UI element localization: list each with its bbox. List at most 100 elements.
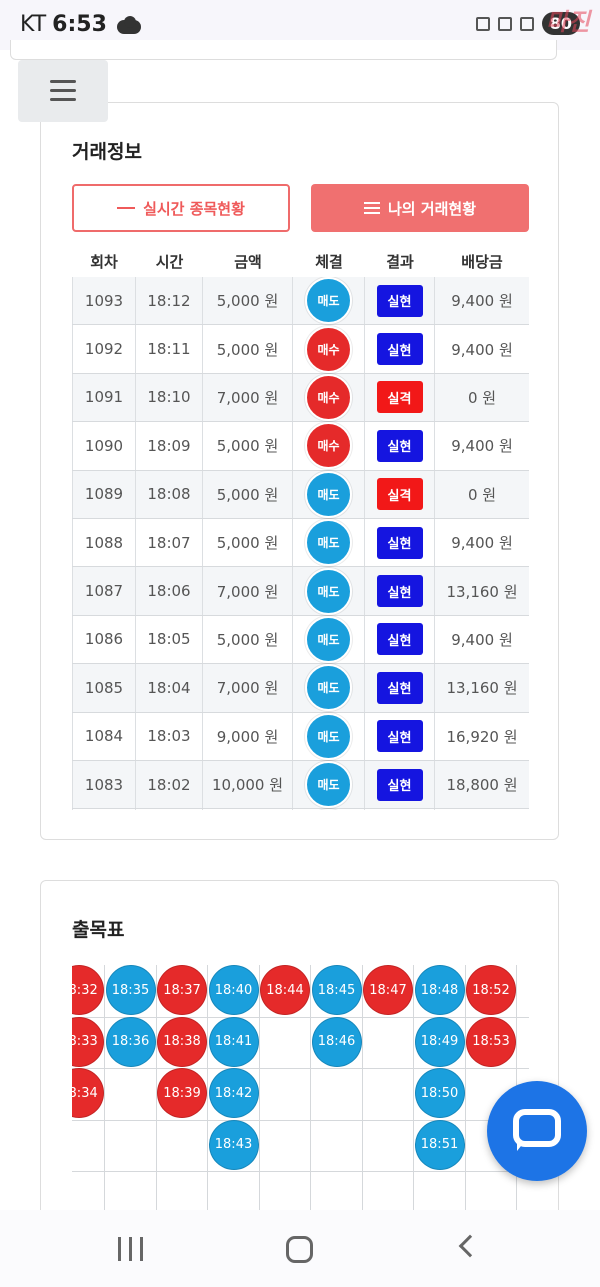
cell-round: 1092 bbox=[72, 325, 136, 373]
cell-round bbox=[72, 809, 136, 810]
watermark-logo: 마진 bbox=[545, 8, 590, 36]
header-result: 결과 bbox=[386, 253, 414, 271]
previous-card-edge bbox=[10, 40, 557, 60]
home-button[interactable] bbox=[286, 1236, 313, 1263]
cell-exec: 매수 bbox=[293, 422, 365, 470]
cell-exec: 매도 bbox=[293, 615, 365, 664]
exec-badge: 매도 bbox=[305, 761, 352, 809]
result-badge: 실현 bbox=[376, 284, 423, 317]
result-badge: 실현 bbox=[376, 333, 423, 366]
cell-amount: 7,000 원 bbox=[203, 567, 293, 615]
header-round: 회차 bbox=[90, 253, 118, 271]
cell-exec: 매도 bbox=[293, 567, 365, 615]
result-badge: 실현 bbox=[376, 720, 423, 753]
exec-badge: 매도 bbox=[305, 519, 352, 567]
exec-badge: 매도 bbox=[305, 470, 352, 518]
result-dot: 18:36 bbox=[105, 1016, 156, 1067]
table-row: 1093 18:12 5,000 원 매도 실현 9,400 원 bbox=[72, 277, 529, 326]
chat-button[interactable] bbox=[487, 1081, 587, 1181]
cell-time bbox=[136, 809, 203, 810]
result-dot: 18:49 bbox=[414, 1016, 465, 1067]
result-grid: 18:3218:3318:34 18:3518:3618:3718:3818:39… bbox=[72, 965, 529, 1211]
cell-payout: 0 원 bbox=[467, 485, 497, 504]
list-icon bbox=[363, 202, 380, 214]
menu-button[interactable] bbox=[18, 60, 108, 122]
cell-result: 실현 bbox=[365, 518, 435, 567]
cell-amount: 5,000 원 bbox=[203, 325, 293, 373]
cell-result: 실현 bbox=[365, 712, 435, 760]
cell-payout: 13,160 원 bbox=[446, 679, 518, 698]
clock: 6:53 bbox=[52, 12, 107, 37]
trade-table-body[interactable]: 1093 18:12 5,000 원 매도 실현 9,400 원 1092 18:11 5,00… bbox=[72, 277, 529, 810]
exec-badge: 매도 bbox=[305, 712, 352, 760]
cell-result: 실현 bbox=[365, 760, 435, 809]
cell-payout: 9,400 원 bbox=[451, 630, 513, 649]
cell-time: 18:04 bbox=[136, 664, 203, 712]
cell-payout: 16,920 원 bbox=[446, 727, 518, 746]
header-amount: 금액 bbox=[234, 253, 262, 271]
result-dot: 18:52 bbox=[466, 965, 516, 1015]
table-row: 1085 18:04 7,000 원 매도 실현 13,160 원 bbox=[72, 664, 529, 713]
cell-result: 실현 bbox=[365, 567, 435, 615]
realtime-status-button[interactable]: 실시간 종목현황 bbox=[72, 184, 290, 232]
cell-amount: 5,000 원 bbox=[203, 470, 293, 518]
exec-badge bbox=[305, 809, 352, 810]
result-badge: 실현 bbox=[376, 526, 423, 559]
back-button[interactable] bbox=[458, 1234, 482, 1258]
realtime-status-label: 실시간 종목현황 bbox=[143, 199, 245, 218]
table-row: 1090 18:09 5,000 원 매수 실현 9,400 원 bbox=[72, 422, 529, 471]
result-dot: 18:40 bbox=[208, 965, 259, 1015]
result-badge: 실격 bbox=[376, 478, 423, 511]
result-badge: 실현 bbox=[376, 429, 423, 462]
table-row: 1084 18:03 9,000 원 매도 실현 16,920 원 bbox=[72, 712, 529, 761]
table-row: 1091 18:10 7,000 원 매수 실격 0 원 bbox=[72, 373, 529, 423]
cell-time: 18:08 bbox=[136, 470, 203, 518]
cell-exec: 매수 bbox=[293, 373, 365, 422]
table-row: 1086 18:05 5,000 원 매도 실현 9,400 원 bbox=[72, 615, 529, 665]
cell-time: 18:07 bbox=[136, 518, 203, 567]
exec-badge: 매도 bbox=[305, 615, 352, 663]
signal-icon bbox=[519, 16, 534, 31]
cell-amount bbox=[203, 809, 293, 810]
cell-amount: 5,000 원 bbox=[203, 518, 293, 567]
pulse-icon bbox=[117, 202, 136, 214]
result-badge: 실격 bbox=[376, 381, 423, 414]
cell-payout bbox=[435, 809, 529, 810]
cell-exec: 매도 bbox=[293, 712, 365, 760]
cell-round: 1091 bbox=[72, 373, 136, 422]
result-dot: 18:50 bbox=[414, 1068, 465, 1118]
table-row: 1092 18:11 5,000 원 매수 실현 9,400 원 bbox=[72, 325, 529, 374]
recent-apps-button[interactable] bbox=[118, 1237, 146, 1261]
my-trades-button[interactable]: 나의 거래현황 bbox=[311, 184, 529, 232]
my-trades-label: 나의 거래현황 bbox=[387, 199, 477, 218]
exec-badge: 매수 bbox=[305, 373, 352, 421]
cell-time: 18:05 bbox=[136, 615, 203, 664]
result-dot: 18:37 bbox=[157, 965, 207, 1015]
cell-payout: 9,400 원 bbox=[451, 340, 513, 359]
system-nav-bar bbox=[0, 1210, 600, 1287]
cell-payout: 18,800 원 bbox=[446, 776, 518, 795]
cell-payout: 9,400 원 bbox=[451, 534, 513, 553]
cell-exec: 매도 bbox=[293, 664, 365, 712]
table-row: 1089 18:08 5,000 원 매도 실격 0 원 bbox=[72, 470, 529, 519]
cell-round: 1093 bbox=[72, 277, 136, 325]
result-dot: 18:43 bbox=[208, 1119, 259, 1170]
result-dot: 18:38 bbox=[157, 1016, 207, 1067]
cell-amount: 5,000 원 bbox=[203, 277, 293, 325]
cell-payout: 0 원 bbox=[467, 388, 497, 407]
result-badge: 실현 bbox=[376, 671, 423, 704]
result-dot: 18:34 bbox=[72, 1068, 104, 1118]
status-left: KT 6:53 bbox=[20, 12, 141, 37]
cell-time: 18:02 bbox=[136, 760, 203, 809]
carrier-label: KT bbox=[20, 12, 47, 37]
cell-result: 실현 bbox=[365, 664, 435, 712]
cell-payout: 13,160 원 bbox=[446, 582, 518, 601]
header-time: 시간 bbox=[155, 253, 184, 271]
cell-round: 1088 bbox=[72, 518, 136, 567]
result-dot: 18:35 bbox=[105, 965, 156, 1015]
result-dot: 18:45 bbox=[311, 965, 362, 1015]
cell-round: 1085 bbox=[72, 664, 136, 712]
cell-round: 1086 bbox=[72, 615, 136, 664]
cell-round: 1083 bbox=[72, 760, 136, 809]
cell-result: 실현 bbox=[365, 615, 435, 664]
